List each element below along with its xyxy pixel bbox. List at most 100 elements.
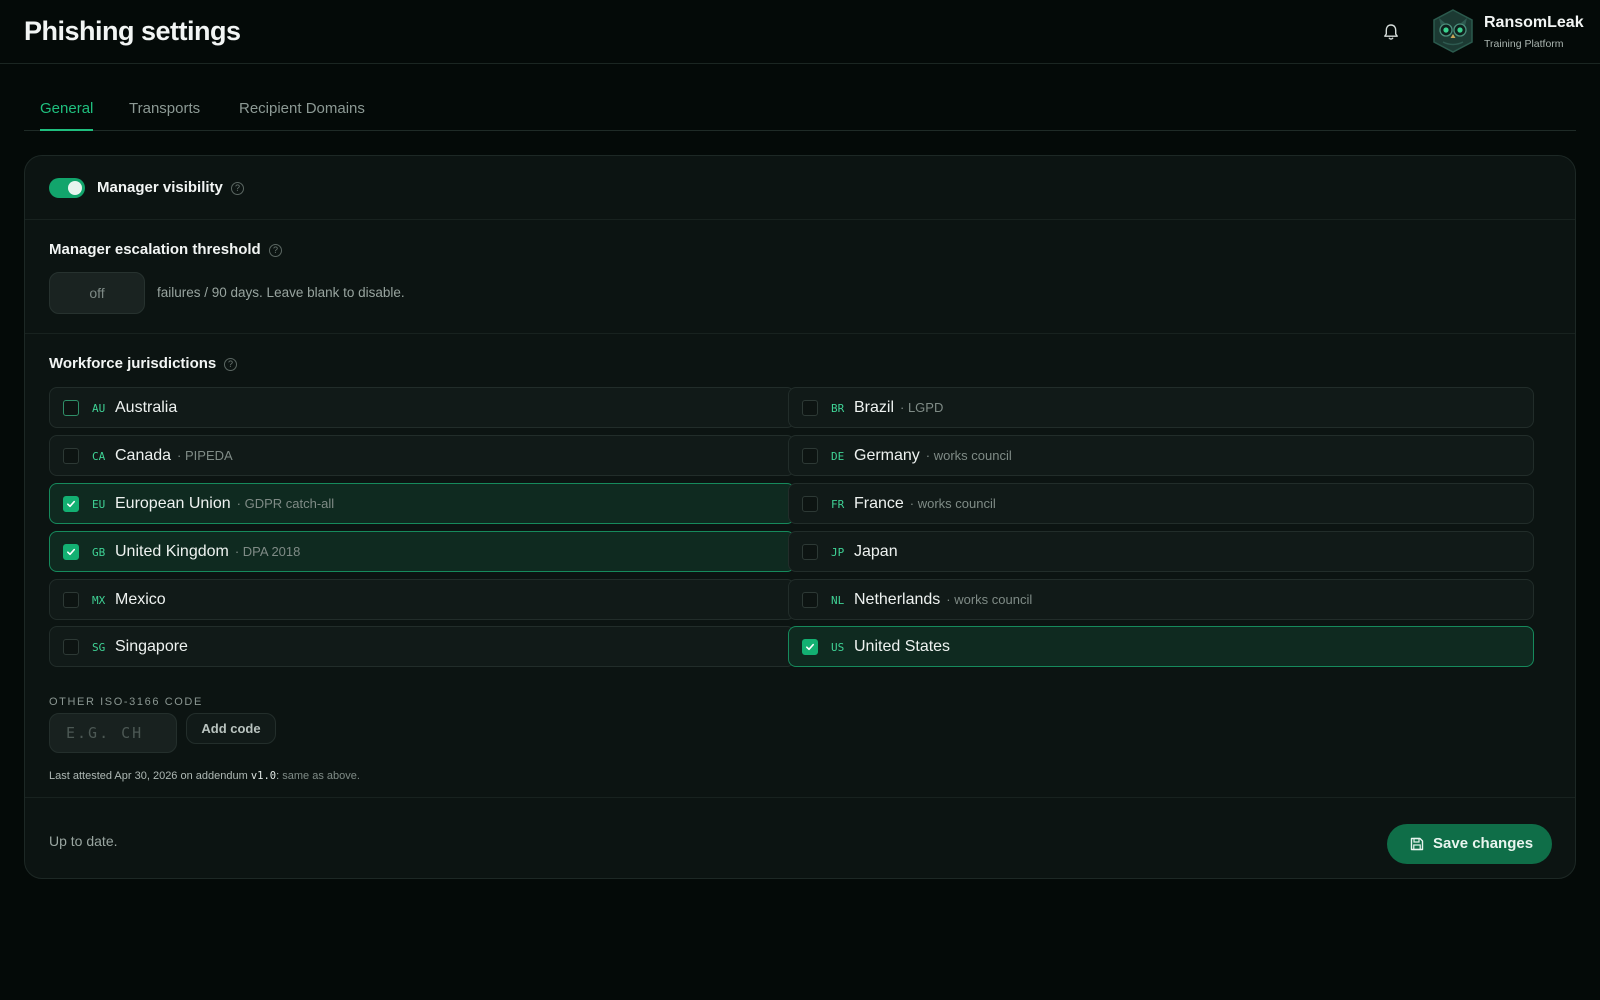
jurisdiction-fr[interactable]: FR France · works council: [788, 483, 1534, 524]
jurisdiction-checkbox[interactable]: [802, 544, 818, 560]
jurisdiction-note: · DPA 2018: [234, 544, 301, 559]
attestation-note: Last attested Apr 30, 2026 on addendum v…: [49, 770, 360, 782]
manager-visibility-toggle[interactable]: [49, 178, 85, 198]
jurisdiction-checkbox[interactable]: [802, 592, 818, 608]
help-icon[interactable]: ?: [269, 244, 282, 257]
jurisdiction-name-text: United Kingdom: [115, 543, 229, 560]
settings-tabs: General Transports Recipient Domains: [24, 86, 1576, 131]
jurisdiction-checkbox[interactable]: [63, 544, 79, 560]
divider: [25, 333, 1575, 334]
jurisdiction-name: United States: [854, 638, 950, 656]
jurisdiction-name-text: United States: [854, 638, 951, 655]
settings-card: Manager visibility ? Manager escalation …: [24, 155, 1576, 879]
bell-icon[interactable]: [1382, 22, 1400, 42]
jurisdiction-checkbox[interactable]: [802, 448, 818, 464]
jurisdiction-code: AU: [92, 402, 106, 415]
jurisdiction-name: Singapore: [115, 638, 188, 656]
jurisdiction-name: Japan: [854, 543, 898, 561]
jurisdiction-nl[interactable]: NL Netherlands · works council: [788, 579, 1534, 620]
jurisdiction-checkbox[interactable]: [63, 496, 79, 512]
threshold-hint: failures / 90 days. Leave blank to disab…: [157, 285, 405, 300]
jurisdiction-name: France · works council: [854, 495, 996, 513]
jurisdiction-note: · LGPD: [900, 400, 944, 415]
jurisdiction-br[interactable]: BR Brazil · LGPD: [788, 387, 1534, 428]
jurisdiction-code: CA: [92, 450, 106, 463]
jurisdiction-code: BR: [831, 402, 845, 415]
jurisdiction-jp[interactable]: JP Japan: [788, 531, 1534, 572]
tab-general[interactable]: General: [40, 100, 94, 131]
save-changes-button[interactable]: Save changes: [1387, 824, 1552, 864]
help-icon[interactable]: ?: [224, 358, 237, 371]
save-icon: [1410, 837, 1424, 851]
jurisdiction-code: NL: [831, 594, 845, 607]
jurisdiction-ca[interactable]: CA Canada · PIPEDA: [49, 435, 795, 476]
jurisdiction-code: US: [831, 641, 845, 654]
brand-subtitle: Training Platform: [1484, 38, 1564, 50]
attestation-version: v1.0: [250, 770, 277, 782]
other-code-input[interactable]: [49, 713, 177, 753]
brand-name: RansomLeak: [1484, 14, 1584, 31]
jurisdiction-name: Canada · PIPEDA: [115, 447, 233, 465]
jurisdiction-name-text: Germany: [854, 447, 920, 464]
jurisdiction-au[interactable]: AU Australia: [49, 387, 795, 428]
jurisdiction-note: · works council: [909, 496, 996, 511]
jurisdiction-name: Australia: [115, 399, 177, 417]
owl-avatar[interactable]: [1430, 8, 1476, 54]
threshold-label: Manager escalation threshold: [49, 241, 261, 258]
divider: [25, 797, 1575, 798]
jurisdiction-name: United Kingdom · DPA 2018: [115, 543, 300, 561]
jurisdiction-name-text: Japan: [854, 543, 898, 560]
tab-recipient-domains[interactable]: Recipient Domains: [239, 100, 365, 129]
jurisdiction-name-text: Brazil: [854, 399, 895, 416]
jurisdiction-checkbox[interactable]: [802, 639, 818, 655]
jurisdiction-name-text: Canada: [115, 447, 172, 464]
jurisdiction-name: Germany · works council: [854, 447, 1012, 465]
jurisdiction-us[interactable]: US United States: [788, 626, 1534, 667]
jurisdiction-checkbox[interactable]: [63, 639, 79, 655]
jurisdiction-eu[interactable]: EU European Union · GDPR catch-all: [49, 483, 795, 524]
other-code-label: OTHER ISO-3166 CODE: [49, 696, 203, 708]
jurisdiction-name-text: Mexico: [115, 591, 166, 608]
add-code-button[interactable]: Add code: [186, 713, 276, 744]
jurisdiction-name: European Union · GDPR catch-all: [115, 495, 334, 513]
jurisdiction-checkbox[interactable]: [802, 496, 818, 512]
jurisdiction-name-text: Singapore: [115, 638, 188, 655]
jurisdiction-name-text: Australia: [115, 399, 178, 416]
jurisdiction-checkbox[interactable]: [63, 592, 79, 608]
jurisdictions-label: Workforce jurisdictions: [49, 355, 217, 372]
jurisdiction-checkbox[interactable]: [63, 400, 79, 416]
divider: [25, 219, 1575, 220]
toggle-knob: [68, 181, 82, 195]
jurisdiction-code: EU: [92, 498, 106, 511]
jurisdiction-note: · GDPR catch-all: [236, 496, 335, 511]
jurisdiction-code: MX: [92, 594, 106, 607]
jurisdiction-code: FR: [831, 498, 845, 511]
jurisdiction-note: · PIPEDA: [177, 448, 233, 463]
save-changes-label: Save changes: [1433, 835, 1534, 852]
save-status: Up to date.: [49, 833, 118, 849]
attestation-colon: :: [276, 770, 280, 782]
jurisdiction-name-text: France: [854, 495, 904, 512]
tab-transports[interactable]: Transports: [129, 100, 200, 129]
jurisdiction-code: DE: [831, 450, 845, 463]
top-bar: Phishing settings RansomLeak Training Pl…: [0, 0, 1600, 64]
help-icon[interactable]: ?: [231, 182, 244, 195]
jurisdiction-sg[interactable]: SG Singapore: [49, 626, 795, 667]
jurisdiction-mx[interactable]: MX Mexico: [49, 579, 795, 620]
threshold-input[interactable]: off: [49, 272, 145, 314]
jurisdiction-name-text: Netherlands: [854, 591, 941, 608]
jurisdiction-name: Netherlands · works council: [854, 591, 1032, 609]
page-title: Phishing settings: [24, 16, 241, 46]
jurisdiction-code: JP: [831, 546, 845, 559]
attestation-prefix: Last attested Apr 30, 2026 on addendum: [49, 770, 248, 782]
jurisdiction-de[interactable]: DE Germany · works council: [788, 435, 1534, 476]
jurisdiction-checkbox[interactable]: [802, 400, 818, 416]
attestation-detail: same as above.: [282, 770, 360, 782]
jurisdiction-note: · works council: [925, 448, 1012, 463]
jurisdiction-checkbox[interactable]: [63, 448, 79, 464]
jurisdiction-name: Brazil · LGPD: [854, 399, 943, 417]
jurisdiction-code: SG: [92, 641, 106, 654]
jurisdiction-code: GB: [92, 546, 106, 559]
jurisdiction-note: · works council: [946, 592, 1033, 607]
jurisdiction-gb[interactable]: GB United Kingdom · DPA 2018: [49, 531, 795, 572]
